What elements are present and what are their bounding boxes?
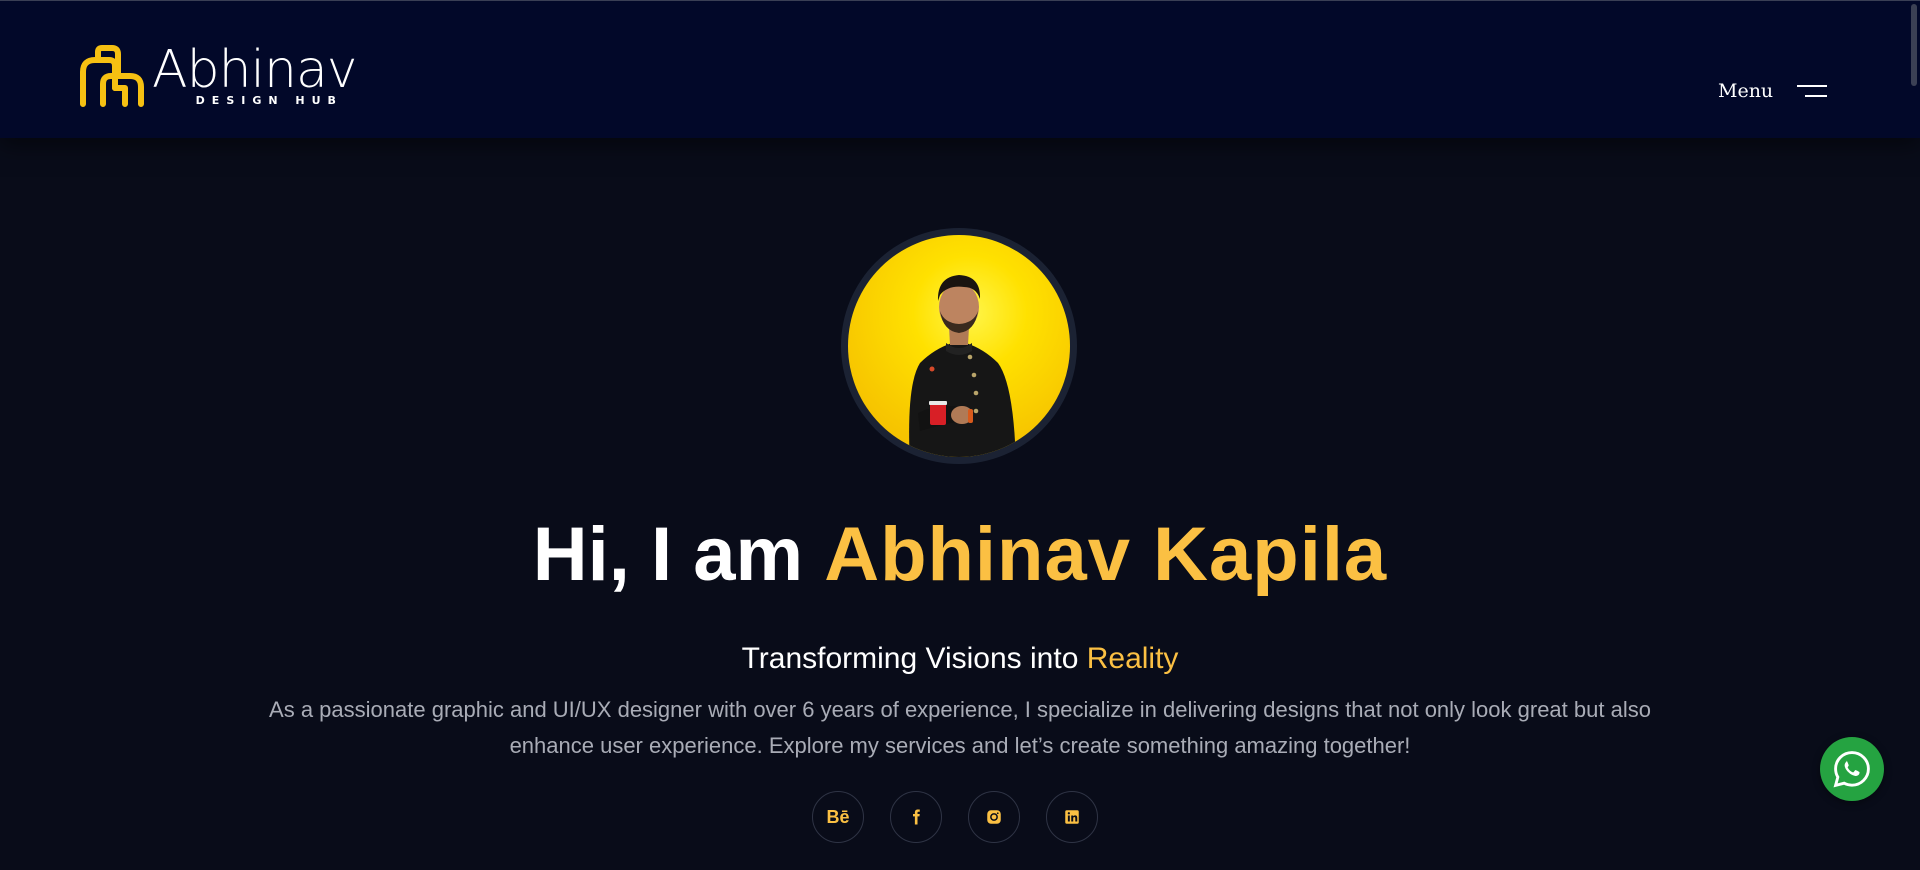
behance-link[interactable]: Bē (812, 791, 864, 843)
whatsapp-button[interactable] (1820, 737, 1884, 801)
instagram-link[interactable] (968, 791, 1020, 843)
facebook-link[interactable] (890, 791, 942, 843)
whatsapp-icon (1833, 751, 1870, 788)
scrollbar[interactable] (1906, 0, 1920, 870)
logo-mark-icon (80, 45, 144, 107)
page: Abhinav DESIGN HUB Menu Hi, I am Abhinav… (0, 0, 1920, 870)
logo[interactable]: Abhinav DESIGN HUB (78, 40, 358, 110)
avatar-photo (848, 235, 1070, 457)
hamburger-icon (1797, 84, 1828, 98)
scrollbar-thumb[interactable] (1911, 4, 1917, 86)
tagline-prefix: Transforming Visions into (741, 642, 1087, 675)
tagline: Transforming Visions into Reality (0, 641, 1920, 677)
hero-greeting: Hi, I am (532, 512, 825, 597)
hero-description: As a passionate graphic and UI/UX design… (269, 697, 1651, 758)
linkedin-link[interactable] (1046, 791, 1098, 843)
linkedin-icon (1065, 810, 1079, 824)
menu-button[interactable]: Menu (1718, 80, 1828, 102)
instagram-icon (987, 810, 1001, 824)
facebook-icon (913, 809, 920, 825)
hero-title: Hi, I am Abhinav Kapila (0, 510, 1920, 600)
person-illustration (909, 275, 1016, 457)
tagline-accent: Reality (1086, 642, 1179, 675)
logo-name: Abhinav (152, 40, 358, 100)
logo-text: Abhinav DESIGN HUB (152, 40, 358, 107)
hero-name: Abhinav Kapila (824, 512, 1388, 597)
menu-label: Menu (1718, 80, 1774, 102)
behance-icon: Bē (826, 806, 850, 827)
logo-subtitle: DESIGN HUB (195, 94, 343, 107)
social-links: Bē (812, 791, 1098, 843)
avatar (841, 228, 1077, 464)
site-header: Abhinav DESIGN HUB Menu (0, 0, 1920, 138)
